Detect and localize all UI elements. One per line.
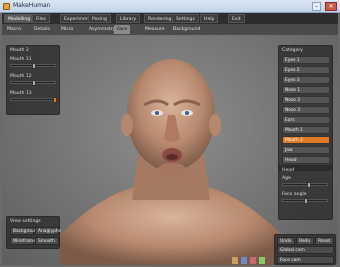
minimize-button[interactable]: – <box>312 2 321 11</box>
slider-face-angle[interactable] <box>282 198 328 204</box>
category-nose-1[interactable]: Nose 1 <box>282 86 330 94</box>
slider-label-mouth-12: Mouth 12 <box>10 74 32 79</box>
subtab-background[interactable]: Background <box>170 25 203 34</box>
slider-label-mouth-11: Mouth 11 <box>10 57 32 62</box>
figure-icon[interactable] <box>259 257 265 264</box>
slider-mouth-11[interactable] <box>10 63 56 69</box>
mouth-inner <box>166 154 178 160</box>
category-panel: Category Eyes 1 Eyes 2 Eyes 3 Nose 1 Nos… <box>278 45 333 171</box>
view-settings-title: View settings <box>10 219 41 224</box>
slider-label-mouth-13: Mouth 13 <box>10 91 32 96</box>
close-button[interactable]: ✕ <box>325 2 337 11</box>
window-title: MakeHuman <box>13 2 51 9</box>
wireframe-button[interactable]: Wireframe <box>10 237 36 245</box>
tab-files[interactable]: Files <box>32 14 51 23</box>
category-mouth-1[interactable]: Mouth 1 <box>282 126 330 134</box>
category-eyes-1[interactable]: Eyes 1 <box>282 56 330 64</box>
right-iris <box>185 111 189 115</box>
left-iris <box>155 111 159 115</box>
slider-mouth-12[interactable] <box>10 80 56 86</box>
chin <box>158 163 186 175</box>
right-ear <box>209 114 221 136</box>
category-jaw[interactable]: Jaw <box>282 146 330 154</box>
smooth-button[interactable]: Smooth <box>35 237 59 245</box>
global-cam-button[interactable]: Global cam <box>277 246 334 254</box>
view-settings-panel: View settings Background Anaglyphs Wiref… <box>6 216 61 249</box>
slider-thumb[interactable] <box>53 97 57 103</box>
undo-button[interactable]: Undo <box>277 237 295 245</box>
category-panel-title: Category <box>282 48 303 53</box>
client-area: Modelling Files Experiments Posing Libra… <box>2 13 338 265</box>
slider-thumb[interactable] <box>32 63 36 69</box>
slider-mouth-13[interactable] <box>10 97 57 103</box>
category-head[interactable]: Head <box>282 156 330 164</box>
tab-exit[interactable]: Exit <box>228 14 245 23</box>
category-eyes-3[interactable]: Eyes 3 <box>282 76 330 84</box>
category-ears[interactable]: Ears <box>282 116 330 124</box>
reset-button[interactable]: Reset <box>315 237 334 245</box>
background-button[interactable]: Background <box>10 227 39 235</box>
tab-help[interactable]: Help <box>200 14 219 23</box>
figure-icon[interactable] <box>241 257 247 264</box>
face-cam-button[interactable]: Face cam <box>277 256 334 264</box>
category-eyes-2[interactable]: Eyes 2 <box>282 66 330 74</box>
tab-rendering[interactable]: Rendering <box>144 14 176 23</box>
subtab-macro[interactable]: Macro <box>4 25 24 34</box>
category-nose-3[interactable]: Nose 3 <box>282 106 330 114</box>
bottom-toolbar <box>232 257 265 264</box>
head-panel: Head Age Face angle <box>278 165 333 220</box>
subtab-micro[interactable]: Micro <box>58 25 76 34</box>
slider-thumb[interactable] <box>307 182 311 188</box>
title-bar: MakeHuman – ✕ <box>0 0 340 13</box>
tab-library[interactable]: Library <box>116 14 141 23</box>
mouth-panel: Mouth 2 Mouth 11 Mouth 12 Mouth 13 <box>6 45 60 115</box>
subtab-measure[interactable]: Measure <box>142 25 168 34</box>
human-model-viewport[interactable] <box>60 35 282 265</box>
head-panel-title: Head <box>282 168 295 173</box>
app-icon <box>3 3 10 10</box>
anaglyphs-button[interactable]: Anaglyphs <box>35 227 61 235</box>
subtab-face[interactable]: Face <box>114 25 131 34</box>
tab-posing[interactable]: Posing <box>88 14 111 23</box>
tab-settings[interactable]: Settings <box>172 14 199 23</box>
slider-label-face-angle: Face angle <box>282 192 307 197</box>
history-camera-panel: Undo Redo Reset Global cam Face cam <box>274 234 336 265</box>
redo-button[interactable]: Redo <box>296 237 314 245</box>
slider-thumb[interactable] <box>32 80 36 86</box>
sub-tab-bar: Macro Details Micro Asymmetry Face Measu… <box>2 24 338 35</box>
slider-thumb[interactable] <box>304 198 308 204</box>
mouth-panel-title: Mouth 2 <box>10 48 29 53</box>
left-ear <box>121 114 133 136</box>
main-tab-bar: Modelling Files Experiments Posing Libra… <box>2 13 338 24</box>
figure-icon[interactable] <box>250 257 256 264</box>
subtab-details[interactable]: Details <box>31 25 53 34</box>
category-mouth-2[interactable]: Mouth 2 <box>282 136 330 144</box>
slider-age[interactable] <box>282 182 328 188</box>
slider-label-age: Age <box>282 176 291 181</box>
tab-modelling[interactable]: Modelling <box>4 14 35 23</box>
figure-icon[interactable] <box>232 257 238 264</box>
category-nose-2[interactable]: Nose 2 <box>282 96 330 104</box>
